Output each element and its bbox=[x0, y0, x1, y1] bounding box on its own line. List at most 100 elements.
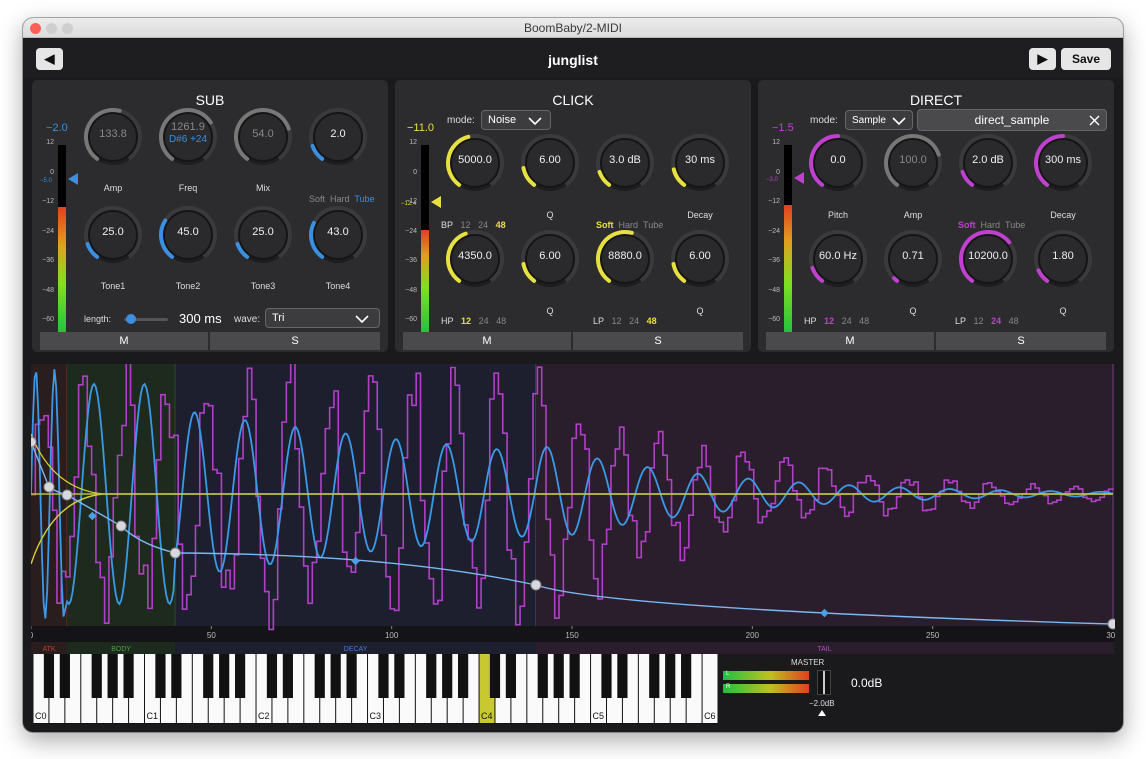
black-key[interactable] bbox=[282, 654, 293, 698]
black-key[interactable] bbox=[107, 654, 118, 698]
sub-mix-knob[interactable]: 54.0 bbox=[232, 106, 294, 168]
black-key[interactable] bbox=[123, 654, 134, 698]
click-level-handle-icon[interactable] bbox=[431, 196, 441, 208]
sub-tone1-knob[interactable]: 25.0 bbox=[82, 204, 144, 266]
direct-lpq-knob[interactable]: 1.80 bbox=[1032, 228, 1094, 290]
sat-soft-option[interactable]: Soft bbox=[958, 220, 976, 230]
click-saturation-selector[interactable]: Soft Hard Tube bbox=[596, 220, 663, 230]
length-slider[interactable] bbox=[124, 314, 168, 324]
envelope-node[interactable] bbox=[115, 520, 127, 532]
hp-slope-selector[interactable]: HP 12 24 48 bbox=[441, 316, 506, 326]
sub-saturation-selector[interactable]: Soft Hard Tube bbox=[309, 194, 375, 204]
click-level-meter[interactable] bbox=[421, 145, 429, 335]
click-lpq-knob[interactable]: 6.00 bbox=[669, 228, 731, 290]
black-key[interactable] bbox=[59, 654, 70, 698]
click-lp-knob[interactable]: 8880.0 bbox=[594, 228, 656, 290]
black-key[interactable] bbox=[346, 654, 357, 698]
sub-solo-button[interactable]: S bbox=[210, 332, 380, 350]
lp-24-option[interactable]: 24 bbox=[629, 316, 639, 326]
master-fader[interactable] bbox=[817, 670, 831, 695]
black-key[interactable] bbox=[219, 654, 230, 698]
sub-mute-button[interactable]: M bbox=[40, 332, 208, 350]
click-solo-button[interactable]: S bbox=[573, 332, 743, 350]
black-key[interactable] bbox=[203, 654, 214, 698]
sat-tube-option[interactable]: Tube bbox=[354, 194, 374, 204]
play-button[interactable]: ▶ bbox=[1029, 48, 1056, 70]
master-gain-value[interactable]: 0.0dB bbox=[851, 676, 882, 690]
envelope-editor[interactable]: ATKBODYDECAYTAIL050100150200250300 bbox=[31, 364, 1115, 654]
black-key[interactable] bbox=[330, 654, 341, 698]
hp-48-option[interactable]: 48 bbox=[496, 316, 506, 326]
black-key[interactable] bbox=[665, 654, 676, 698]
direct-drive-knob[interactable]: 2.0 dB bbox=[957, 132, 1019, 194]
black-key[interactable] bbox=[91, 654, 102, 698]
direct-level-handle-icon[interactable] bbox=[794, 172, 804, 184]
black-key[interactable] bbox=[426, 654, 437, 698]
sub-level-meter[interactable] bbox=[58, 145, 66, 335]
direct-lp-knob[interactable]: 10200.0 bbox=[957, 228, 1019, 290]
length-slider-thumb[interactable] bbox=[126, 314, 136, 324]
length-value[interactable]: 300 ms bbox=[179, 311, 222, 326]
hp-48-option[interactable]: 48 bbox=[859, 316, 869, 326]
click-bpq-knob[interactable]: 6.00 bbox=[519, 132, 581, 194]
save-button[interactable]: Save bbox=[1061, 48, 1111, 70]
sub-drive-knob[interactable]: 2.0 bbox=[307, 106, 369, 168]
clear-sample-icon[interactable] bbox=[1089, 115, 1100, 126]
direct-hp-slope-selector[interactable]: HP 12 24 48 bbox=[804, 316, 869, 326]
direct-mute-button[interactable]: M bbox=[766, 332, 934, 350]
lp-12-option[interactable]: 12 bbox=[974, 316, 984, 326]
black-key[interactable] bbox=[505, 654, 517, 698]
black-key[interactable] bbox=[378, 654, 389, 698]
black-key[interactable] bbox=[171, 654, 182, 698]
hp-24-option[interactable]: 24 bbox=[479, 316, 489, 326]
sample-name-field[interactable]: direct_sample bbox=[917, 109, 1107, 131]
black-key[interactable] bbox=[489, 654, 501, 698]
master-trim-value[interactable]: −2.0dB bbox=[809, 699, 835, 708]
direct-pitch-knob[interactable]: 0.0 bbox=[807, 132, 869, 194]
click-drive-knob[interactable]: 3.0 dB bbox=[594, 132, 656, 194]
bp-48-option[interactable]: 48 bbox=[496, 220, 506, 230]
black-key[interactable] bbox=[234, 654, 246, 698]
master-fader-handle[interactable] bbox=[823, 671, 825, 694]
black-key[interactable] bbox=[266, 654, 278, 698]
sat-soft-option[interactable]: Soft bbox=[309, 194, 325, 204]
sat-soft-option[interactable]: Soft bbox=[596, 220, 614, 230]
black-key[interactable] bbox=[681, 654, 692, 698]
envelope-node[interactable] bbox=[61, 489, 73, 501]
sub-tone4-knob[interactable]: 43.0 bbox=[307, 204, 369, 266]
black-key[interactable] bbox=[155, 654, 166, 698]
click-mode-select[interactable]: Noise bbox=[481, 110, 551, 130]
bp-slope-selector[interactable]: BP 12 24 48 bbox=[441, 220, 506, 230]
sat-hard-option[interactable]: Hard bbox=[981, 220, 1001, 230]
black-key[interactable] bbox=[617, 654, 628, 698]
wave-select[interactable]: Tri bbox=[265, 308, 380, 328]
direct-decay-knob[interactable]: 300 ms bbox=[1032, 132, 1094, 194]
preset-name[interactable]: junglist bbox=[23, 52, 1123, 68]
black-key[interactable] bbox=[394, 654, 405, 698]
bp-24-option[interactable]: 24 bbox=[478, 220, 488, 230]
black-key[interactable] bbox=[649, 654, 660, 698]
direct-mode-select[interactable]: Sample bbox=[845, 110, 913, 130]
black-key[interactable] bbox=[43, 654, 55, 698]
sub-tone3-knob[interactable]: 25.0 bbox=[232, 204, 294, 266]
black-key[interactable] bbox=[458, 654, 469, 698]
direct-amp-knob[interactable]: 100.0 bbox=[882, 132, 944, 194]
direct-solo-button[interactable]: S bbox=[936, 332, 1106, 350]
envelope-node[interactable] bbox=[530, 579, 542, 591]
click-mute-button[interactable]: M bbox=[403, 332, 571, 350]
sat-hard-option[interactable]: Hard bbox=[619, 220, 639, 230]
direct-hpq-knob[interactable]: 0.71 bbox=[882, 228, 944, 290]
click-bp-knob[interactable]: 5000.0 bbox=[444, 132, 506, 194]
black-key[interactable] bbox=[537, 654, 548, 698]
sub-level-handle-icon[interactable] bbox=[68, 173, 78, 185]
hp-12-option[interactable]: 12 bbox=[461, 316, 471, 326]
black-key[interactable] bbox=[553, 654, 564, 698]
trim-up-icon[interactable] bbox=[818, 710, 826, 716]
black-key[interactable] bbox=[569, 654, 580, 698]
click-hp-knob[interactable]: 4350.0 bbox=[444, 228, 506, 290]
lp-24-option[interactable]: 24 bbox=[991, 316, 1001, 326]
direct-saturation-selector[interactable]: Soft Hard Tube bbox=[958, 220, 1025, 230]
lp-12-option[interactable]: 12 bbox=[612, 316, 622, 326]
direct-hp-knob[interactable]: 60.0 Hz bbox=[807, 228, 869, 290]
lp-slope-selector[interactable]: LP 12 24 48 bbox=[593, 316, 657, 326]
